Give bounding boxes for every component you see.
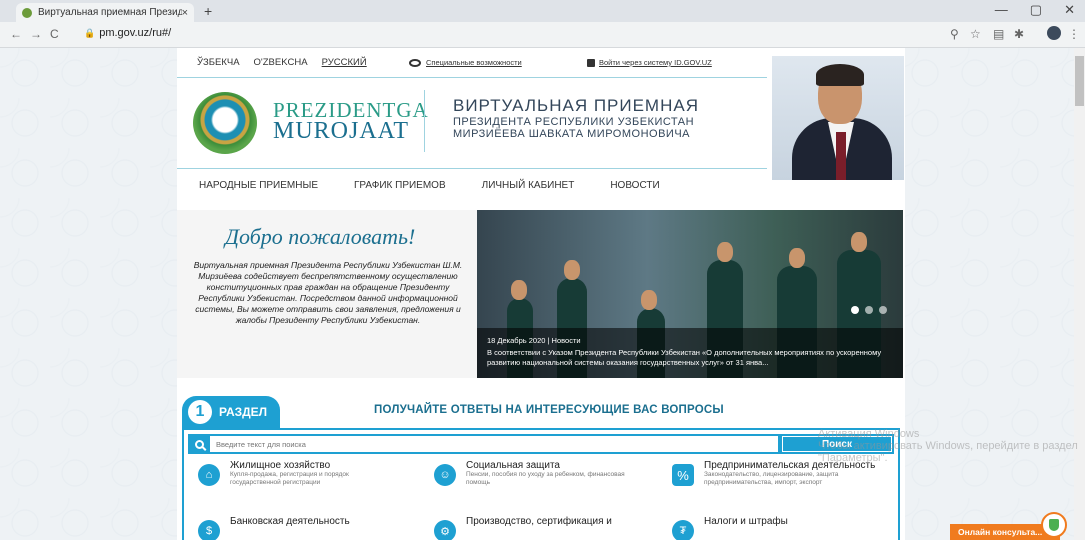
url-field[interactable]: 🔒 pm.gov.uz/ru#/ [84,27,171,39]
watermark-line2: Чтобы активировать Windows, перейдите в … [818,440,1078,452]
brand-logo[interactable]: PREZIDENTGA MUROJAAT [273,100,429,144]
browser-tab-strip: Виртуальная приемная Президе... × + — ▢ … [0,0,1085,22]
category-banking[interactable]: $ Банковская деятельность [198,516,350,540]
category-social[interactable]: ☺ Социальная защита Пенсии, пособия по ух… [434,460,626,487]
state-emblem-icon[interactable] [193,92,257,154]
section-box: Поиск ⌂ Жилищное хозяйствоКупля-продажа,… [182,428,900,540]
puzzle-icon[interactable]: ✱ [1014,27,1024,41]
shield-icon[interactable] [1041,512,1067,538]
brand-line2: MUROJAAT [273,118,410,144]
zoom-icon[interactable]: ⚲ [950,27,959,41]
welcome-title: Добро пожаловать! [225,224,416,249]
category-taxes[interactable]: ₮ Налоги и штрафы [672,516,788,540]
slide-caption[interactable]: 18 Декабрь 2020 | Новости В соответствии… [477,328,903,378]
person-icon: ☺ [434,464,456,486]
main-container: ЎЗБЕКЧА O'ZBEKCHA РУССКИЙ Специальные во… [177,48,905,540]
category-title: Банковская деятельность [230,516,350,527]
slider-dot[interactable] [879,306,887,314]
search-bar: Поиск [188,434,894,454]
watermark-line3: "Параметры". [818,452,888,464]
lock-icon: 🔒 [84,28,96,38]
section-heading: ПОЛУЧАЙТЕ ОТВЕТЫ НА ИНТЕРЕСУЮЩИЕ ВАС ВОП… [374,404,724,416]
tab-title: Виртуальная приемная Президе... [38,7,182,18]
browser-tab[interactable]: Виртуальная приемная Президе... × [16,3,194,22]
accessibility-link[interactable]: Специальные возможности [409,58,522,67]
category-production[interactable]: ⚙ Производство, сертификация и [434,516,612,540]
nav-item-news[interactable]: НОВОСТИ [610,180,659,191]
category-title: Социальная защита [466,460,560,471]
category-desc: Купля-продажа, регистрация и порядок гос… [230,471,349,486]
slide-text: В соответствии с Указом Президента Респу… [487,348,882,367]
slider-dot[interactable] [865,306,873,314]
reload-icon[interactable]: C [50,27,59,41]
section-number: 1 [188,400,212,424]
tax-icon: ₮ [672,520,694,540]
maximize-window-button[interactable]: ▢ [1030,2,1042,18]
main-nav: НАРОДНЫЕ ПРИЕМНЫЕ ГРАФИК ПРИЕМОВ ЛИЧНЫЙ … [177,168,767,202]
welcome-text: Виртуальная приемная Президента Республи… [193,260,463,325]
page-subtitle: ПРЕЗИДЕНТА РЕСПУБЛИКИ УЗБЕКИСТАН МИРЗИЁЕ… [453,116,694,140]
forward-arrow-icon[interactable]: → [30,27,42,41]
house-icon: ⌂ [198,464,220,486]
profile-avatar-icon[interactable] [1047,26,1061,40]
lang-russian[interactable]: РУССКИЙ [322,57,367,68]
site-favicon-icon [22,7,32,18]
faq-section: 1 РАЗДЕЛ ПОЛУЧАЙТЕ ОТВЕТЫ НА ИНТЕРЕСУЮЩИ… [182,394,900,540]
page-viewport: ЎЗБЕКЧА O'ZBEKCHA РУССКИЙ Специальные во… [0,48,1085,540]
category-title: Налоги и штрафы [704,516,788,527]
padlock-icon [587,58,595,67]
nav-item-personal-cabinet[interactable]: ЛИЧНЫЙ КАБИНЕТ [482,180,575,191]
idgov-login-label: Войти через систему ID.GOV.UZ [599,58,712,67]
idgov-login-link[interactable]: Войти через систему ID.GOV.UZ [587,58,712,67]
page-title: ВИРТУАЛЬНАЯ ПРИЕМНАЯ [453,96,699,115]
subtitle-line1: ПРЕЗИДЕНТА РЕСПУБЛИКИ УЗБЕКИСТАН [453,116,695,128]
watermark-line1: Активация Windows [818,428,920,440]
category-desc: Пенсии, пособия по уходу за ребенком, фи… [466,471,625,486]
search-icon [190,436,208,452]
nav-item-peoples-receptions[interactable]: НАРОДНЫЕ ПРИЕМНЫЕ [199,180,318,191]
slider-dots [851,306,887,314]
accessibility-label: Специальные возможности [426,58,522,67]
president-photo [772,56,904,180]
nav-item-schedule[interactable]: ГРАФИК ПРИЕМОВ [354,180,446,191]
percent-icon: % [672,464,694,486]
eye-icon [409,58,421,67]
search-input[interactable] [210,436,778,452]
scrollbar-thumb[interactable] [1075,56,1084,106]
bank-icon: $ [198,520,220,540]
bookmark-star-icon[interactable]: ☆ [970,27,981,41]
lang-uz-latin[interactable]: O'ZBEKCHA [254,57,308,68]
page-scrollbar[interactable] [1074,48,1085,540]
section-tab: 1 РАЗДЕЛ [182,396,280,428]
address-bar: ← → C 🔒 pm.gov.uz/ru#/ ⚲ ☆ ▤ ✱ ⋮ [0,22,1085,48]
slider-dot[interactable] [851,306,859,314]
category-desc: Законодательство, лицензирование, защита… [704,471,839,486]
category-title: Жилищное хозяйство [230,460,331,471]
slide-meta: 18 Декабрь 2020 | Новости [487,336,581,345]
minimize-window-button[interactable]: — [995,2,1008,18]
header-divider [424,90,425,152]
section-label: РАЗДЕЛ [219,405,268,419]
windows-activation-watermark: Активация Windows Чтобы активировать Win… [818,428,1078,464]
category-title: Производство, сертификация и [466,516,612,527]
menu-dots-icon[interactable]: ⋮ [1068,27,1080,41]
subtitle-line2: МИРЗИЁЕВА ШАВКАТА МИРОМОНОВИЧА [453,128,690,140]
extension-icon[interactable]: ▤ [993,27,1004,41]
factory-icon: ⚙ [434,520,456,540]
news-slider[interactable]: 18 Декабрь 2020 | Новости В соответствии… [477,210,903,378]
close-window-button[interactable]: ✕ [1064,2,1075,18]
lang-uz-cyrillic[interactable]: ЎЗБЕКЧА [197,57,240,68]
category-housing[interactable]: ⌂ Жилищное хозяйство Купля-продажа, регис… [198,460,390,487]
welcome-panel: Добро пожаловать! Виртуальная приемная П… [177,210,477,378]
new-tab-button[interactable]: + [204,3,212,19]
category-business[interactable]: % Предпринимательская деятельность Законо… [672,460,875,487]
back-arrow-icon[interactable]: ← [10,27,22,41]
url-text: pm.gov.uz/ru#/ [99,27,172,39]
close-tab-icon[interactable]: × [182,7,188,19]
